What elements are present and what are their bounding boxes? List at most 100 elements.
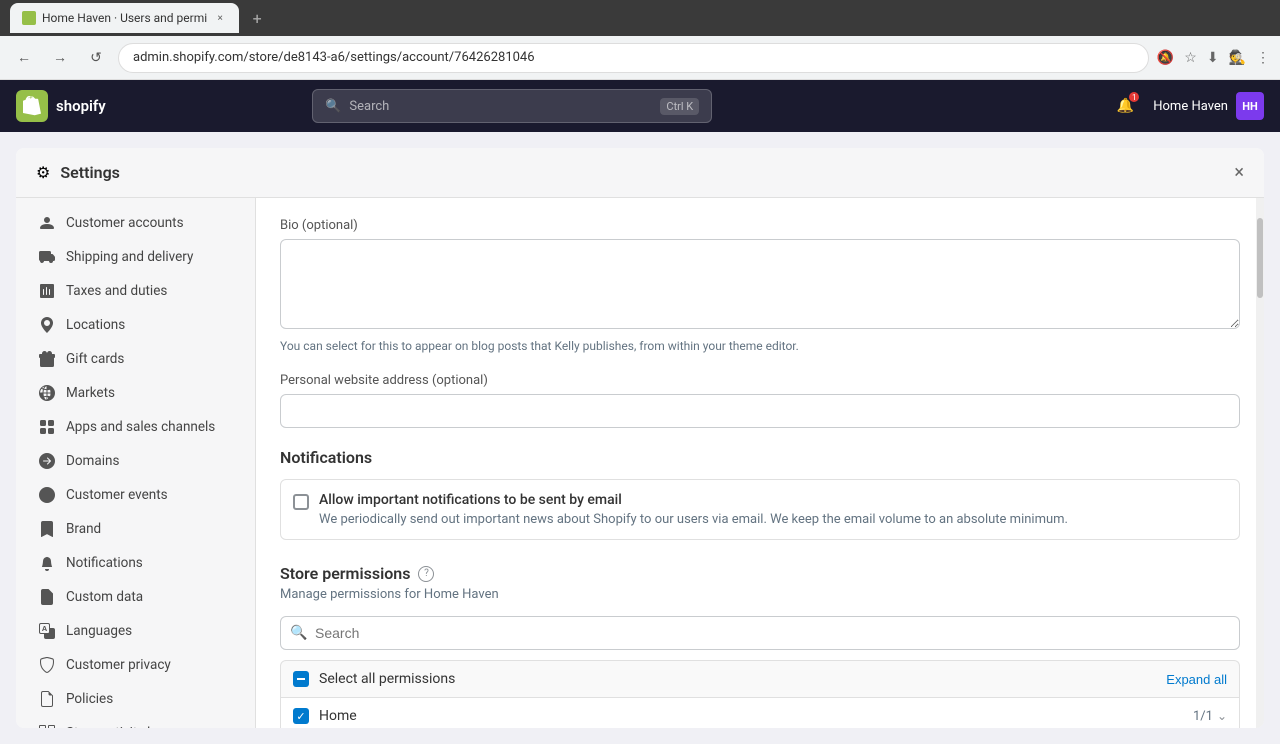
sidebar-item-policies[interactable]: Policies [22,682,249,716]
notifications-title: Notifications [280,448,1240,467]
sidebar-label-custom-data: Custom data [66,589,143,605]
sidebar-item-brand[interactable]: Brand [22,512,249,546]
website-input[interactable] [280,394,1240,428]
sidebar-item-customer-accounts[interactable]: Customer accounts [22,206,249,240]
notification-button[interactable]: 🔔 1 [1109,90,1141,122]
bookmark-icon[interactable]: ☆ [1184,50,1197,66]
email-notifications-row: Allow important notifications to be sent… [280,479,1240,540]
sidebar-label-customer-accounts: Customer accounts [66,215,184,231]
sidebar-label-markets: Markets [66,385,115,401]
sidebar-item-shipping[interactable]: Shipping and delivery [22,240,249,274]
select-all-label: Select all permissions [319,671,1166,687]
notification-badge: 1 [1129,92,1139,102]
shopify-logo[interactable]: shopify [16,90,106,122]
settings-overlay: ⚙ Settings × Customer accounts Shipping … [0,132,1280,744]
sidebar-item-markets[interactable]: Markets [22,376,249,410]
bio-label: Bio (optional) [280,218,1240,233]
header-actions: 🔔 1 Home Haven HH [1109,90,1264,122]
sidebar-item-domains[interactable]: Domains [22,444,249,478]
minus-icon [297,678,305,680]
sidebar-label-store-activity: Store activity log [66,725,166,728]
permissions-header: Store permissions ? [280,564,1240,583]
chevron-down-icon[interactable]: ⌄ [1217,709,1227,723]
domains-icon [38,452,56,470]
sidebar-label-locations: Locations [66,317,125,333]
search-icon: 🔍 [325,99,341,114]
bio-input[interactable] [280,239,1240,329]
settings-title: Settings [60,163,120,182]
download-icon[interactable]: ⬇ [1207,50,1219,66]
activity-icon [38,724,56,728]
url-text: admin.shopify.com/store/de8143-a6/settin… [133,50,535,65]
home-label: Home [319,708,1193,724]
store-button[interactable]: Home Haven HH [1153,92,1264,120]
person-icon [38,214,56,232]
events-icon [38,486,56,504]
checkmark-icon: ✓ [296,710,305,723]
sidebar-item-apps[interactable]: Apps and sales channels [22,410,249,444]
location-icon [38,316,56,334]
home-count-text: 1/1 [1193,709,1213,724]
notifications-content: Allow important notifications to be sent… [319,492,1068,527]
notifications-icon [38,554,56,572]
shopify-logo-text: shopify [56,97,106,115]
search-icon: 🔍 [290,625,307,641]
address-bar[interactable]: admin.shopify.com/store/de8143-a6/settin… [118,43,1149,73]
sidebar-item-gift-cards[interactable]: Gift cards [22,342,249,376]
incognito-icon: 🕵 [1229,50,1246,66]
settings-close-button[interactable]: × [1234,162,1244,183]
sidebar-item-customer-privacy[interactable]: Customer privacy [22,648,249,682]
refresh-button[interactable]: ↺ [82,44,110,72]
browser-tabs: Home Haven · Users and permi × + [0,0,1280,36]
header-search[interactable]: 🔍 Search Ctrl K [312,89,712,123]
brand-icon [38,520,56,538]
sidebar-label-customer-privacy: Customer privacy [66,657,171,673]
back-button[interactable]: ← [10,44,38,72]
privacy-icon [38,656,56,674]
sidebar-item-store-activity[interactable]: Store activity log [22,716,249,728]
sidebar-label-brand: Brand [66,521,101,537]
settings-body: Customer accounts Shipping and delivery … [16,198,1264,728]
shipping-icon [38,248,56,266]
permissions-title: Store permissions [280,564,410,583]
website-section: Personal website address (optional) [280,373,1240,428]
menu-icon[interactable]: ⋮ [1256,50,1270,66]
sidebar-label-gift-cards: Gift cards [66,351,124,367]
browser-nav-bar: ← → ↺ admin.shopify.com/store/de8143-a6/… [0,36,1280,80]
home-checkbox[interactable]: ✓ [293,708,309,724]
tab-close-button[interactable]: × [213,11,227,25]
gift-icon [38,350,56,368]
website-label: Personal website address (optional) [280,373,1240,388]
home-page-count: 1/1 ⌄ [1193,709,1227,724]
sidebar-item-languages[interactable]: Languages [22,614,249,648]
active-tab[interactable]: Home Haven · Users and permi × [10,3,239,33]
scrollbar-track[interactable] [1256,198,1264,728]
sidebar-item-customer-events[interactable]: Customer events [22,478,249,512]
settings-header: ⚙ Settings × [16,148,1264,198]
sidebar-label-notifications: Notifications [66,555,143,571]
nav-icons: 🔕 ☆ ⬇ 🕵 ⋮ [1157,50,1270,66]
email-notifications-checkbox[interactable] [293,494,309,510]
sidebar-item-taxes[interactable]: Taxes and duties [22,274,249,308]
permissions-search-input[interactable] [280,616,1240,650]
expand-all-button[interactable]: Expand all [1166,672,1227,687]
sidebar-label-customer-events: Customer events [66,487,168,503]
settings-main-content: Bio (optional) You can select for this t… [256,198,1264,728]
tab-favicon [22,11,36,25]
select-all-checkbox[interactable] [293,671,309,687]
new-tab-button[interactable]: + [245,6,269,30]
forward-button[interactable]: → [46,44,74,72]
scrollbar-thumb[interactable] [1257,218,1263,298]
sidebar-item-notifications[interactable]: Notifications [22,546,249,580]
settings-sidebar: Customer accounts Shipping and delivery … [16,198,256,728]
sidebar-item-custom-data[interactable]: Custom data [22,580,249,614]
apps-icon [38,418,56,436]
settings-gear-icon: ⚙ [36,163,50,182]
store-avatar: HH [1236,92,1264,120]
home-row: ✓ Home 1/1 ⌄ [280,697,1240,728]
sidebar-item-locations[interactable]: Locations [22,308,249,342]
store-name: Home Haven [1153,99,1228,114]
store-permissions-section: Store permissions ? Manage permissions f… [280,564,1240,728]
permissions-info-icon[interactable]: ? [418,566,434,582]
sidebar-label-domains: Domains [66,453,119,469]
